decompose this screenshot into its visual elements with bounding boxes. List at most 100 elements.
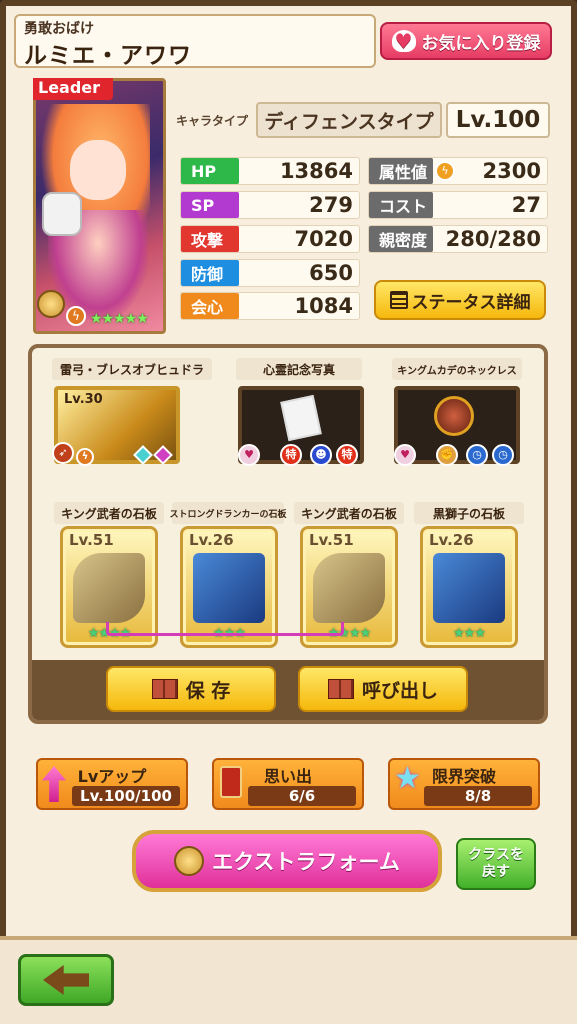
back-button[interactable] <box>18 954 114 1006</box>
stat-label: 防御 <box>181 260 239 286</box>
status-detail-button[interactable]: ステータス詳細 <box>374 280 546 320</box>
stat-value: 2300 <box>482 159 541 183</box>
stone-title: 黒獅子の石板 <box>414 502 524 524</box>
back-arrow-icon <box>43 965 89 995</box>
stat-value: 650 <box>309 261 353 285</box>
clock-icon: ◷ <box>466 444 488 466</box>
photo-icon <box>280 394 322 442</box>
character-name: ルミエ・アワワ <box>24 43 192 69</box>
stat-label: SP <box>181 192 239 218</box>
gem-icon <box>133 445 153 465</box>
lightning-element-icon: ϟ <box>66 306 86 326</box>
stat-critical: 会心 1084 <box>180 292 360 320</box>
clock-icon: ◷ <box>492 444 514 466</box>
stone-tablet-icon <box>313 553 385 623</box>
heart-icon: ♥ <box>391 30 416 52</box>
class-emblem-icon <box>174 846 205 876</box>
stat-hp: HP 13864 <box>180 157 360 185</box>
lightning-element-icon: ϟ <box>76 448 94 466</box>
stat-value: 27 <box>511 193 541 217</box>
special-badge-icon: 特 <box>280 444 302 466</box>
status-detail-label: ステータス詳細 <box>411 292 531 313</box>
stone-title: キング武者の石板 <box>54 502 164 524</box>
save-button[interactable]: 保 存 <box>106 666 276 712</box>
level-up-value: Lv.100/100 <box>72 786 180 806</box>
stat-sp: SP 279 <box>180 191 360 219</box>
accessory-slot[interactable]: ♥ ✊ ◷ ◷ <box>394 386 520 466</box>
gem-icon <box>153 445 173 465</box>
stat-label: 属性値 <box>369 158 433 184</box>
stat-label: 攻撃 <box>181 226 239 252</box>
stat-defense: 防御 650 <box>180 259 360 287</box>
stone-tablet-icon <box>433 553 505 623</box>
stone-stars: ★★★ <box>453 626 486 641</box>
memories-value: 6/6 <box>248 786 356 806</box>
save-icon <box>151 679 178 699</box>
stat-label: コスト <box>369 192 433 218</box>
limit-break-value: 8/8 <box>424 786 532 806</box>
extra-form-label: エクストラフォーム <box>212 850 400 874</box>
stat-affection: 親密度 280/280 <box>368 225 548 253</box>
portrait-face <box>70 140 126 200</box>
stat-value: 1084 <box>294 294 353 318</box>
necklace-icon <box>434 396 474 436</box>
limit-break-title: 限界突破 <box>431 767 496 786</box>
character-subtitle: 勇敢おばけ <box>24 21 94 37</box>
stat-value: 13864 <box>279 159 353 183</box>
load-button-label: 呼び出し <box>361 679 438 702</box>
class-revert-label-line2: 戻す <box>482 864 510 880</box>
weapon-level: Lv.30 <box>64 392 103 407</box>
demon-icon: ☻ <box>310 444 332 466</box>
extra-form-button[interactable]: エクストラフォーム <box>132 830 442 892</box>
stone-link-indicator <box>106 622 344 636</box>
level-up-title: Lvアップ <box>77 767 147 786</box>
memories-title: 思い出 <box>263 767 312 786</box>
bow-type-icon: ➶ <box>52 442 74 464</box>
class-revert-button[interactable]: クラスを 戻す <box>456 838 536 890</box>
stone-title: ストロングドランカーの石板 <box>170 502 287 524</box>
stat-label: 親密度 <box>369 226 433 252</box>
weapon-slot[interactable]: Lv.30 ➶ ϟ <box>52 386 180 466</box>
weapon-title: 雷弓・ブレスオブヒュドラ <box>52 358 212 380</box>
list-icon <box>389 291 408 309</box>
lightning-element-icon: ϟ <box>435 161 455 181</box>
save-button-label: 保 存 <box>185 679 231 702</box>
favorite-button-label: お気に入り登録 <box>421 33 541 54</box>
heart-lock-icon: ♥ <box>238 444 260 466</box>
photo-slot[interactable]: ♥ 特 ☻ 特 <box>238 386 364 466</box>
stone-level: Lv.26 <box>429 531 474 549</box>
stat-label: HP <box>181 158 239 184</box>
stone-tablet-icon <box>193 553 265 623</box>
stone-title: キング武者の石板 <box>294 502 404 524</box>
limit-break-button[interactable]: ★ 限界突破 8/8 <box>388 758 540 810</box>
memories-button[interactable]: 思い出 6/6 <box>212 758 364 810</box>
stat-attack: 攻撃 7020 <box>180 225 360 253</box>
photo-title: 心霊記念写真 <box>236 358 362 380</box>
stat-attribute: 属性値 ϟ 2300 <box>368 157 548 185</box>
heart-lock-icon: ♥ <box>394 444 416 466</box>
class-revert-label-line1: クラスを <box>468 847 524 863</box>
stat-value: 280/280 <box>445 227 541 251</box>
load-icon <box>327 679 354 699</box>
favorite-button[interactable]: ♥ お気に入り登録 <box>380 22 552 60</box>
level-up-button[interactable]: Lvアップ Lv.100/100 <box>36 758 188 810</box>
leader-badge: Leader <box>33 78 113 100</box>
character-type-value: ディフェンスタイプ <box>256 102 442 138</box>
stat-label: 会心 <box>181 293 239 319</box>
stone-slot[interactable]: Lv.26 ★★★ <box>420 526 518 648</box>
stone-level: Lv.51 <box>309 531 354 549</box>
load-button[interactable]: 呼び出し <box>298 666 468 712</box>
stone-level: Lv.51 <box>69 531 114 549</box>
character-level: Lv.100 <box>446 102 550 138</box>
stone-tablet-icon <box>73 553 145 623</box>
class-emblem-icon <box>37 290 65 318</box>
stat-value: 279 <box>309 193 353 217</box>
stat-cost: コスト 27 <box>368 191 548 219</box>
accessory-title: キングムカデのネックレス <box>392 358 522 380</box>
camera-icon <box>42 192 82 236</box>
stat-value: 7020 <box>294 227 353 251</box>
character-type-label: キャラタイプ <box>176 114 249 128</box>
special-badge-icon: 特 <box>336 444 358 466</box>
rarity-stars: ★★★★★ <box>90 311 149 327</box>
arm-icon: ✊ <box>436 444 458 466</box>
